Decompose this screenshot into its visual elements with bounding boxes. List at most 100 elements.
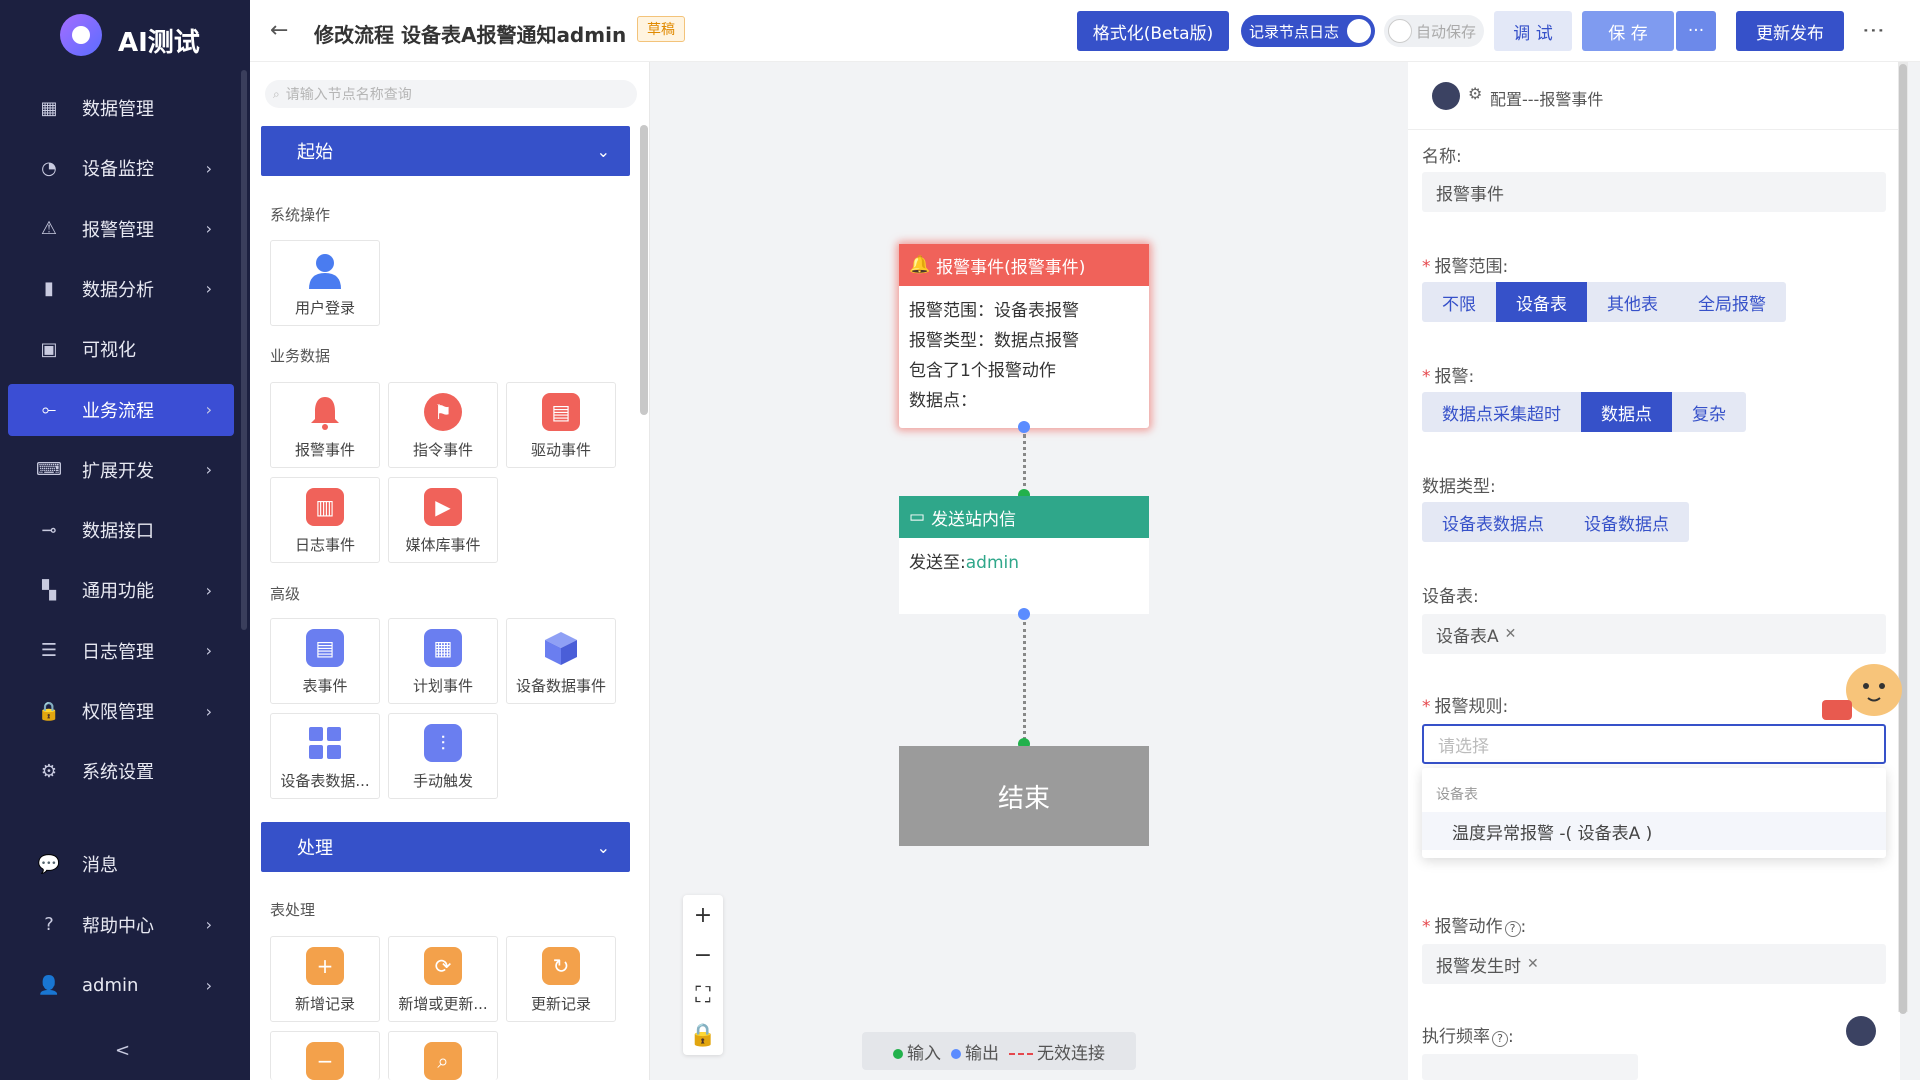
group-label-business: 业务数据 — [270, 347, 331, 365]
chevron-right-icon: › — [205, 580, 212, 600]
zoom-out-icon[interactable]: − — [683, 935, 723, 975]
gear-icon: ⚙ — [40, 760, 58, 782]
more-menu-icon[interactable]: ⋮ — [1861, 20, 1886, 42]
sidebar-item-grid[interactable]: ▚ 通用功能 › — [8, 564, 234, 616]
bell-icon: 🔔 — [909, 255, 931, 275]
tile-command-event[interactable]: ⚑ 指令事件 — [388, 382, 498, 468]
dropdown-option[interactable]: 温度异常报警 -( 设备表A ) — [1422, 812, 1886, 850]
sidebar-item-bar-chart[interactable]: ▮ 数据分析 › — [8, 263, 234, 315]
logo-icon — [60, 14, 102, 56]
name-label: 名称: — [1422, 147, 1462, 167]
format-button[interactable]: 格式化(Beta版) — [1077, 11, 1229, 51]
alarm-event-node[interactable]: 🔔 报警事件(报警事件) 报警范围：设备表报警 报警类型：数据点报警 包含了1个… — [899, 244, 1149, 428]
tile-driver-event[interactable]: ▤ 驱动事件 — [506, 382, 616, 468]
config-scrollbar[interactable] — [1899, 64, 1907, 1014]
connection-line — [1023, 622, 1026, 740]
collapse-sidebar-icon[interactable]: < — [115, 1040, 130, 1061]
section-start[interactable]: 起始 ⌄ — [261, 126, 630, 176]
end-node[interactable]: 结束 — [899, 746, 1149, 846]
sidebar-item-plug[interactable]: ⊸ 数据接口 — [8, 504, 234, 556]
help-icon: ? — [44, 914, 54, 935]
sidebar-item-screen[interactable]: ▣ 可视化 — [8, 323, 234, 375]
lock-icon[interactable]: 🔒 — [683, 1015, 723, 1055]
robot-avatar-icon — [1432, 82, 1460, 110]
tile-plan-event[interactable]: ▦ 计划事件 — [388, 618, 498, 704]
tile-log-event[interactable]: ▥ 日志事件 — [270, 477, 380, 563]
update-record-icon: ↻ — [542, 947, 580, 985]
sidebar-item-code[interactable]: ⌨ 扩展开发 › — [8, 444, 234, 496]
group-label-table: 表处理 — [270, 901, 316, 919]
back-arrow-icon[interactable]: ← — [270, 18, 288, 43]
chevron-right-icon: › — [205, 915, 212, 934]
help-icon[interactable]: ? — [1492, 1031, 1508, 1047]
tile-add-or-update[interactable]: ⟳ 新增或更新... — [388, 936, 498, 1022]
help-icon[interactable]: ? — [1504, 921, 1521, 937]
sidebar-bottom-message[interactable]: 💬 消息 — [8, 838, 234, 890]
datatype-option[interactable]: 设备表数据点 — [1422, 502, 1564, 542]
alarm-label: * 报警: — [1422, 367, 1475, 387]
plan-icon: ▦ — [424, 629, 462, 667]
log-node-toggle[interactable]: 记录节点日志 — [1241, 15, 1375, 47]
scope-option[interactable]: 不限 — [1422, 282, 1496, 322]
sidebar-bottom-user[interactable]: 👤 admin › — [8, 959, 234, 1011]
name-input[interactable]: 报警事件 — [1422, 172, 1886, 212]
page-title: 修改流程 设备表A报警通知admin — [314, 23, 627, 47]
remove-tag-icon[interactable]: ✕ — [1527, 956, 1539, 972]
section-start-label: 起始 — [297, 142, 333, 163]
publish-button[interactable]: 更新发布 — [1736, 11, 1844, 51]
tile-add-record[interactable]: + 新增记录 — [270, 936, 380, 1022]
sidebar-item-lock[interactable]: 🔒 权限管理 › — [8, 685, 234, 737]
output-port[interactable] — [1018, 421, 1030, 433]
nav-label: 业务流程 — [82, 400, 154, 422]
sidebar-item-log[interactable]: ☰ 日志管理 › — [8, 625, 234, 677]
assistant-robot-icon[interactable] — [1846, 1016, 1876, 1046]
tile-device-table-data[interactable]: 设备表数据... — [270, 713, 380, 799]
tile-user-login[interactable]: 用户登录 — [270, 240, 380, 326]
sidebar-item-dashboard[interactable]: ▦ 数据管理 — [8, 82, 234, 134]
frequency-input[interactable] — [1422, 1054, 1638, 1080]
sidebar-item-flow[interactable]: ⟜ 业务流程 › — [8, 383, 234, 436]
alarm-option[interactable]: 复杂 — [1672, 392, 1746, 432]
tile-table-event[interactable]: ▤ 表事件 — [270, 618, 380, 704]
fit-view-icon[interactable]: ⛶ — [683, 975, 723, 1015]
sidebar-scrollbar[interactable] — [241, 70, 247, 630]
nav-label: 消息 — [82, 855, 118, 876]
sidebar-item-monitor[interactable]: ◔ 设备监控 › — [8, 142, 234, 194]
alarm-type-selector: 数据点采集超时 数据点 复杂 — [1422, 392, 1746, 432]
tile-query-record[interactable]: ⌕ — [388, 1031, 498, 1080]
scope-option-selected[interactable]: 设备表 — [1496, 282, 1587, 322]
remove-tag-icon[interactable]: ✕ — [1505, 626, 1517, 642]
legend-input: 输入 — [893, 1039, 941, 1064]
node-search-input[interactable]: ⌕ 请输入节点名称查询 — [265, 80, 637, 108]
save-button[interactable]: 保 存 — [1582, 11, 1674, 51]
action-select[interactable]: 报警发生时 ✕ — [1422, 944, 1886, 984]
datatype-option[interactable]: 设备数据点 — [1564, 502, 1689, 542]
alarm-option-selected[interactable]: 数据点 — [1581, 392, 1672, 432]
scope-option[interactable]: 全局报警 — [1678, 282, 1786, 322]
action-label: * 报警动作?: — [1422, 917, 1527, 937]
zoom-in-icon[interactable]: + — [683, 895, 723, 935]
save-more-button[interactable]: ··· — [1676, 11, 1716, 51]
sidebar-bottom-help[interactable]: ? 帮助中心 › — [8, 899, 234, 951]
autosave-toggle-label: 自动保存 — [1416, 22, 1477, 41]
tile-device-data-event[interactable]: 设备数据事件 — [506, 618, 616, 704]
debug-button[interactable]: 调 试 — [1494, 11, 1572, 51]
mascot-sticker[interactable] — [1812, 640, 1912, 730]
output-port[interactable] — [1018, 608, 1030, 620]
rule-label: * 报警规则: — [1422, 697, 1509, 717]
alarm-icon: ⚠ — [40, 218, 58, 240]
autosave-toggle[interactable]: 自动保存 — [1384, 15, 1484, 47]
palette-scrollbar[interactable] — [640, 125, 648, 415]
tile-media-event[interactable]: ▶ 媒体库事件 — [388, 477, 498, 563]
tile-update-record[interactable]: ↻ 更新记录 — [506, 936, 616, 1022]
sidebar-item-alarm[interactable]: ⚠ 报警管理 › — [8, 203, 234, 255]
tile-delete-record[interactable]: − — [270, 1031, 380, 1080]
scope-option[interactable]: 其他表 — [1587, 282, 1678, 322]
tile-alarm-event[interactable]: 报警事件 — [270, 382, 380, 468]
alarm-option[interactable]: 数据点采集超时 — [1422, 392, 1581, 432]
section-process[interactable]: 处理 ⌄ — [261, 822, 630, 872]
send-message-node[interactable]: ▭ 发送站内信 发送至:admin — [899, 496, 1149, 614]
sidebar-item-gear[interactable]: ⚙ 系统设置 — [8, 745, 234, 797]
flow-icon: ⟜ — [41, 399, 57, 420]
tile-manual-trigger[interactable]: ⫶ 手动触发 — [388, 713, 498, 799]
